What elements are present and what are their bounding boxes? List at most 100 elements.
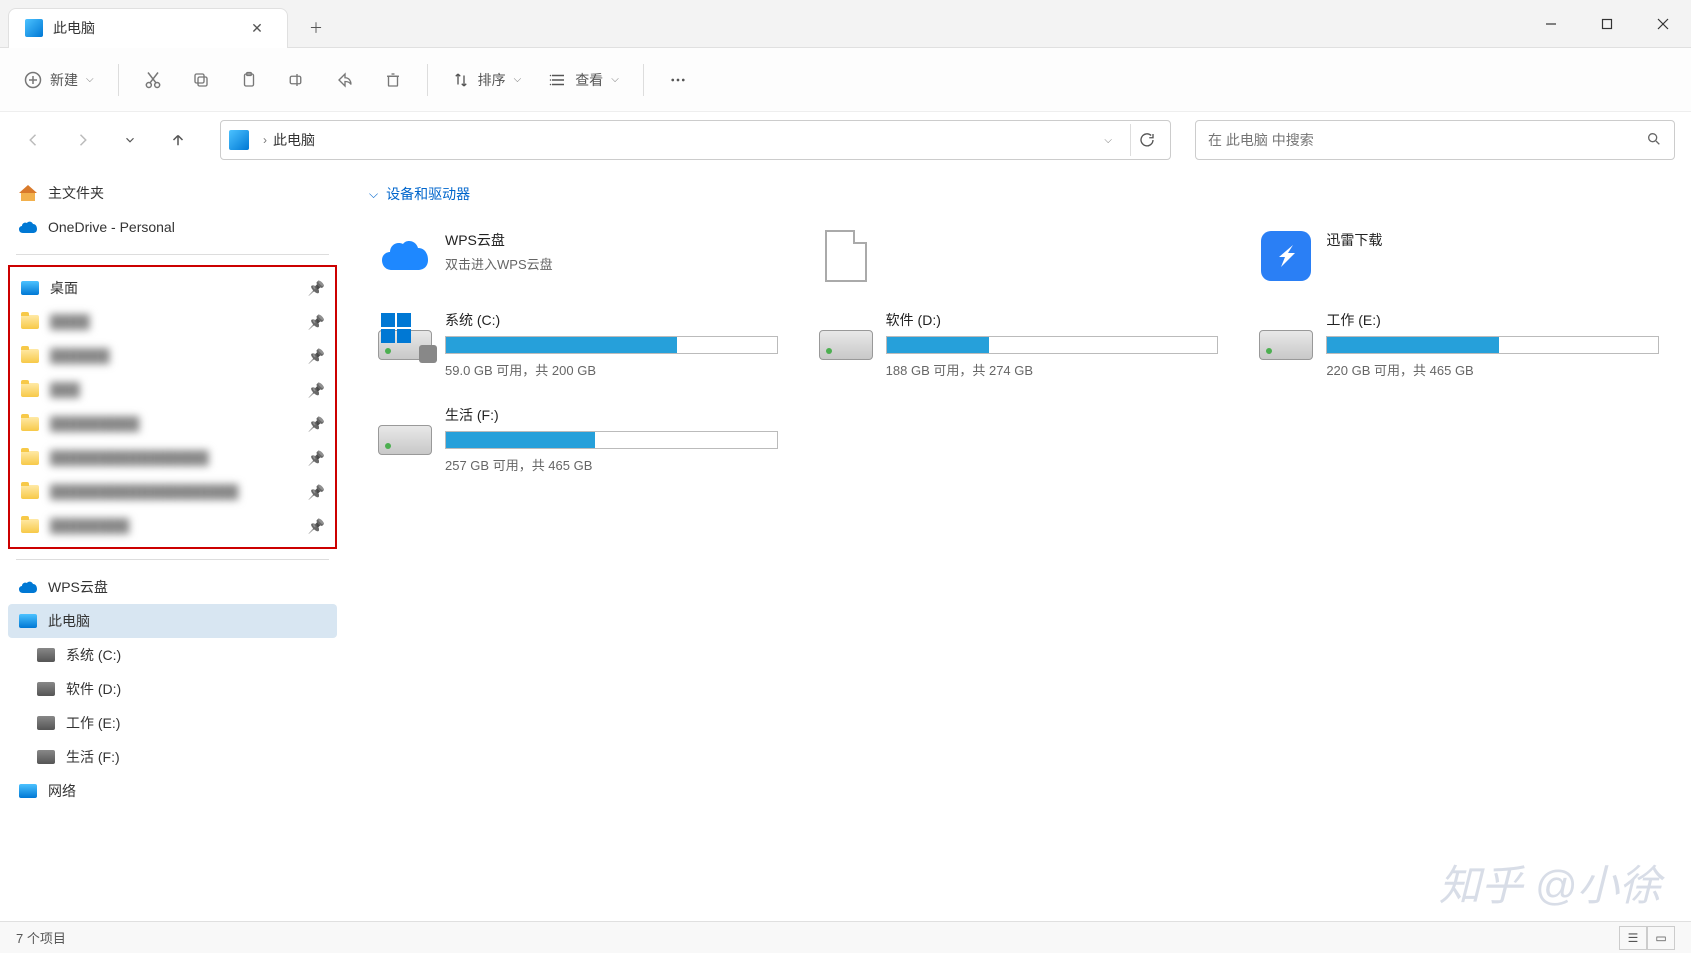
sidebar-pinned-item[interactable]: 桌面 📌 (10, 271, 335, 305)
drive-info: WPS云盘双击进入WPS云盘 (445, 228, 778, 273)
drive-subtext: 220 GB 可用，共 465 GB (1326, 360, 1659, 379)
thispc-icon (25, 19, 43, 37)
sidebar-pinned-item[interactable]: ███████████████████📌 (10, 475, 335, 509)
icons-view-button[interactable]: ▭ (1647, 926, 1675, 950)
tab-close-button[interactable]: ✕ (243, 14, 271, 42)
pin-icon: 📌 (308, 348, 325, 365)
drive-item[interactable] (810, 220, 1227, 292)
sidebar-label: ████████████████ (50, 450, 298, 466)
home-icon (18, 183, 38, 203)
paste-button[interactable] (227, 58, 271, 102)
sidebar-drive-item[interactable]: 生活 (F:) (8, 740, 337, 774)
up-button[interactable] (160, 122, 196, 158)
sidebar-pinned-item[interactable]: ████████████████ 📌 (10, 441, 335, 475)
breadcrumb[interactable]: › 此电脑 ⌵ (220, 120, 1171, 160)
close-button[interactable] (1635, 0, 1691, 48)
sort-button[interactable]: 排序 ⌵ (440, 58, 534, 102)
maximize-button[interactable] (1579, 0, 1635, 48)
sidebar-pinned-item[interactable]: ████📌 (10, 305, 335, 339)
sidebar-label: ████ (50, 314, 298, 330)
group-header-devices[interactable]: ⌵ 设备和驱动器 (369, 176, 1667, 212)
sidebar-label: 桌面 (50, 278, 298, 298)
drive-info: 工作 (E:)220 GB 可用，共 465 GB (1326, 308, 1659, 379)
cut-button[interactable] (131, 58, 175, 102)
sidebar-drive-item[interactable]: 软件 (D:) (8, 672, 337, 706)
drive-item[interactable]: 工作 (E:)220 GB 可用，共 465 GB (1250, 300, 1667, 387)
drive-item[interactable]: 系统 (C:)59.0 GB 可用，共 200 GB (369, 300, 786, 387)
tab-thispc[interactable]: 此电脑 ✕ (8, 8, 288, 48)
sidebar: 主文件夹 OneDrive - Personal 桌面📌████📌██████📌… (0, 168, 345, 921)
folder-icon (20, 516, 40, 536)
search-box[interactable] (1195, 120, 1675, 160)
history-dropdown[interactable] (112, 122, 148, 158)
pin-icon: 📌 (308, 416, 325, 433)
sidebar-drive-item[interactable]: 系统 (C:) (8, 638, 337, 672)
sidebar-item-thispc[interactable]: 此电脑 (8, 604, 337, 638)
drive-usage-bar (1326, 336, 1659, 354)
more-button[interactable] (656, 58, 700, 102)
drive-name: 软件 (D:) (886, 310, 1219, 330)
sidebar-pinned-item[interactable]: ██████📌 (10, 339, 335, 373)
drive-usage-bar (445, 431, 778, 449)
copy-button[interactable] (179, 58, 223, 102)
pin-icon: 📌 (308, 280, 325, 297)
breadcrumb-text[interactable]: 此电脑 (273, 130, 315, 150)
folder-icon (20, 346, 40, 366)
folder-icon (20, 414, 40, 434)
drive-info: 迅雷下载 (1326, 228, 1659, 254)
search-icon[interactable] (1646, 131, 1662, 150)
drive-item[interactable]: 迅雷下载 (1250, 220, 1667, 292)
refresh-button[interactable] (1130, 124, 1162, 156)
rename-button[interactable] (275, 58, 319, 102)
titlebar: 此电脑 ✕ ＋ (0, 0, 1691, 48)
drive-info (886, 228, 1219, 234)
new-tab-button[interactable]: ＋ (296, 8, 336, 48)
details-view-button[interactable]: ☰ (1619, 926, 1647, 950)
drive-name: 迅雷下载 (1326, 230, 1659, 250)
sidebar-item-network[interactable]: 网络 (8, 774, 337, 808)
search-input[interactable] (1208, 132, 1646, 148)
sidebar-item-home[interactable]: 主文件夹 (8, 176, 337, 210)
drive-item[interactable]: 生活 (F:)257 GB 可用，共 465 GB (369, 395, 786, 482)
pin-icon: 📌 (308, 382, 325, 399)
disk-icon (36, 645, 56, 665)
chevron-down-icon[interactable]: ⌵ (1094, 135, 1122, 146)
sidebar-label: 网络 (48, 781, 327, 801)
sidebar-item-onedrive[interactable]: OneDrive - Personal (8, 210, 337, 244)
minimize-button[interactable] (1523, 0, 1579, 48)
share-button[interactable] (323, 58, 367, 102)
back-button[interactable] (16, 122, 52, 158)
drive-item[interactable]: 软件 (D:) 188 GB 可用，共 274 GB (810, 300, 1227, 387)
drive-usage-bar (445, 336, 778, 354)
toolbar: 新建 ⌵ 排序 ⌵ 查看 ⌵ (0, 48, 1691, 112)
disk-icon (36, 747, 56, 767)
sidebar-label: 生活 (F:) (66, 747, 327, 767)
status-text: 7 个项目 (16, 928, 66, 947)
sidebar-pinned-item[interactable]: ████████📌 (10, 509, 335, 543)
sidebar-drive-item[interactable]: 工作 (E:) (8, 706, 337, 740)
drive-subtext: 188 GB 可用，共 274 GB (886, 360, 1219, 379)
drive-name: 系统 (C:) (445, 310, 778, 330)
view-button[interactable]: 查看 ⌵ (537, 58, 631, 102)
highlighted-pinned-section: 桌面📌████📌██████📌███📌█████████📌███████████… (8, 265, 337, 549)
separator (16, 559, 329, 560)
wps-icon (377, 228, 433, 284)
drive-item[interactable]: WPS云盘双击进入WPS云盘 (369, 220, 786, 292)
sidebar-pinned-item[interactable]: █████████📌 (10, 407, 335, 441)
sidebar-label: ████████ (50, 518, 298, 534)
drive-subtext: 双击进入WPS云盘 (445, 254, 778, 273)
sidebar-pinned-item[interactable]: ███📌 (10, 373, 335, 407)
forward-button[interactable] (64, 122, 100, 158)
sidebar-label: 系统 (C:) (66, 645, 327, 665)
new-button[interactable]: 新建 ⌵ (12, 58, 106, 102)
xunlei-icon (1258, 228, 1314, 284)
pin-icon: 📌 (308, 450, 325, 467)
sidebar-item-wps[interactable]: WPS云盘 (8, 570, 337, 604)
drive-info: 生活 (F:)257 GB 可用，共 465 GB (445, 403, 778, 474)
sidebar-label: OneDrive - Personal (48, 219, 327, 235)
new-label: 新建 (50, 70, 78, 90)
delete-button[interactable] (371, 58, 415, 102)
drive-info: 软件 (D:) 188 GB 可用，共 274 GB (886, 308, 1219, 379)
breadcrumb-separator: › (263, 133, 267, 147)
sidebar-label: 软件 (D:) (66, 679, 327, 699)
